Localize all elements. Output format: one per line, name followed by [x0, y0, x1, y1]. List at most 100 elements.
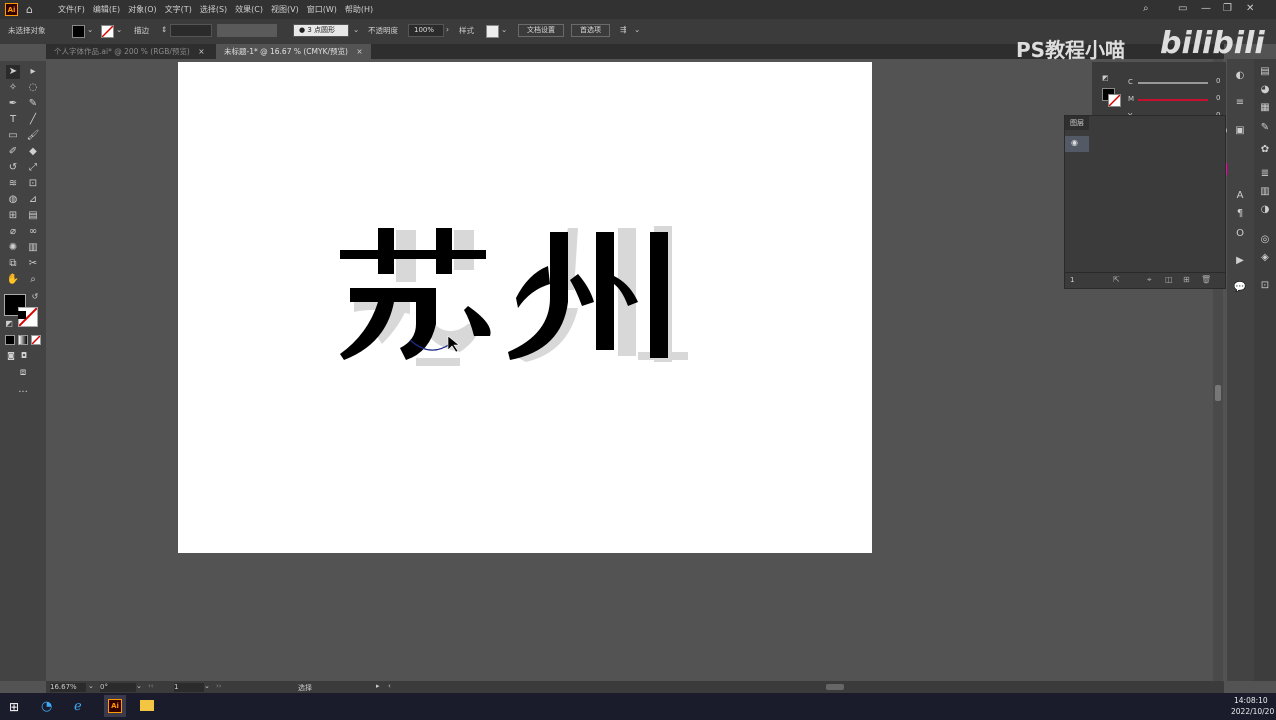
layers-tab[interactable]: 图层 — [1065, 116, 1089, 130]
menu-help[interactable]: 帮助(H) — [345, 4, 373, 15]
opacity-label[interactable]: 不透明度 — [368, 25, 398, 36]
stroke-panel-icon[interactable]: ≣ — [1258, 167, 1272, 181]
blend-tool-icon[interactable]: ∞ — [26, 225, 40, 239]
preferences-button[interactable]: 首选项 — [571, 24, 610, 37]
swatches-icon[interactable]: ▦ — [1258, 101, 1272, 115]
gradient-tool-icon[interactable]: ▤ — [26, 209, 40, 223]
channel-m-slider[interactable] — [1138, 99, 1208, 101]
brush-definition[interactable]: ● 3 点圆形 — [293, 24, 349, 37]
type-tool-icon[interactable]: T — [6, 113, 20, 127]
variable-width-profile[interactable] — [217, 24, 277, 37]
actions-play-icon[interactable]: ▶ — [1233, 254, 1247, 268]
collect-export-icon[interactable]: ⇱ — [1113, 275, 1120, 284]
tab-document-2[interactable]: 未标题-1* @ 16.67 % (CMYK/预览) × — [216, 44, 371, 59]
clipping-mask-icon[interactable]: ◫ — [1165, 275, 1173, 284]
eyedropper-tool-icon[interactable]: ⌀ — [6, 225, 20, 239]
rotate-tool-icon[interactable]: ↺ — [6, 161, 20, 175]
properties-icon[interactable]: ◐ — [1233, 69, 1247, 83]
minimize-icon[interactable]: — — [1201, 3, 1211, 14]
menu-select[interactable]: 选择(S) — [200, 4, 227, 15]
transform-icon[interactable]: ⊡ — [1258, 279, 1272, 293]
file-explorer-icon[interactable] — [140, 700, 154, 711]
symbols-icon[interactable]: ✿ — [1258, 143, 1272, 157]
curvature-tool-icon[interactable]: ✎ — [26, 97, 40, 111]
menu-file[interactable]: 文件(F) — [58, 4, 85, 15]
channel-c-value[interactable]: 0 — [1216, 77, 1220, 85]
draw-behind-icon[interactable]: ◘ — [17, 349, 31, 363]
artboard-input[interactable]: 1 — [174, 683, 204, 692]
layer-row[interactable]: ◉ — [1065, 136, 1089, 152]
paintbrush-tool-icon[interactable]: 🖌 — [26, 129, 40, 143]
visibility-eye-icon[interactable]: ◉ — [1071, 138, 1078, 147]
comments-icon[interactable]: 💬 — [1233, 281, 1247, 295]
tab-close-icon[interactable]: × — [198, 47, 204, 56]
gradient-panel-icon[interactable]: ▥ — [1258, 185, 1272, 199]
ie-browser-icon[interactable]: ℯ — [74, 699, 82, 714]
graph-tool-icon[interactable]: ▥ — [26, 241, 40, 255]
document-setup-button[interactable]: 文档设置 — [518, 24, 564, 37]
menu-object[interactable]: 对象(O) — [128, 4, 157, 15]
workspace-icon[interactable]: ▭ — [1178, 3, 1187, 14]
menu-edit[interactable]: 编辑(E) — [93, 4, 120, 15]
direct-selection-tool-icon[interactable]: ▸ — [26, 65, 40, 79]
mesh-tool-icon[interactable]: ⊞ — [6, 209, 20, 223]
hand-tool-icon[interactable]: ✋ — [6, 273, 20, 287]
fill-swatch[interactable] — [72, 25, 85, 38]
illustrator-task-button[interactable]: Ai — [104, 695, 126, 717]
line-tool-icon[interactable]: ╱ — [26, 113, 40, 127]
scroll-left-icon[interactable]: ‹ — [388, 682, 391, 690]
menu-view[interactable]: 视图(V) — [271, 4, 299, 15]
appearance-icon[interactable]: ◎ — [1258, 233, 1272, 247]
fill-dropdown-icon[interactable]: ⌄ — [87, 25, 93, 34]
color-guide-icon[interactable]: ▤ — [1258, 65, 1272, 79]
status-menu-icon[interactable]: ▸ — [376, 682, 380, 690]
screen-mode-icon[interactable]: ⧈ — [16, 366, 30, 380]
horizontal-scroll-thumb[interactable] — [826, 684, 844, 690]
gradient-mode-icon[interactable] — [18, 335, 28, 345]
shaper-tool-icon[interactable]: ✐ — [6, 145, 20, 159]
style-dropdown-icon[interactable]: ⌄ — [501, 25, 507, 34]
default-colors-icon[interactable]: ◩ — [2, 317, 16, 331]
slice-tool-icon[interactable]: ✂ — [26, 257, 40, 271]
artboard-tool-icon[interactable]: ⧉ — [6, 257, 20, 271]
shape-builder-tool-icon[interactable]: ◍ — [6, 193, 20, 207]
maximize-icon[interactable]: ❐ — [1223, 3, 1232, 14]
zoom-dropdown-icon[interactable]: ⌄ — [88, 682, 94, 690]
windows-start-icon[interactable]: ⊞ — [9, 700, 19, 714]
more-tools-icon[interactable]: ··· — [16, 386, 30, 400]
arrange-icon[interactable]: ⇶ — [620, 25, 626, 34]
character-icon[interactable]: A — [1233, 189, 1247, 203]
stroke-dropdown-icon[interactable]: ⌄ — [116, 25, 122, 34]
none-mode-icon[interactable] — [31, 335, 41, 345]
pen-tool-icon[interactable]: ✒ — [6, 97, 20, 111]
new-layer-icon[interactable]: ⊞ — [1183, 275, 1190, 284]
zoom-input[interactable]: 16.67% — [50, 683, 86, 692]
draw-normal-icon[interactable]: ◙ — [4, 349, 18, 363]
opentype-icon[interactable]: O — [1233, 227, 1247, 241]
menu-window[interactable]: 窗口(W) — [307, 4, 337, 15]
home-icon[interactable]: ⌂ — [26, 3, 33, 16]
magic-wand-tool-icon[interactable]: ✧ — [6, 81, 20, 95]
swap-colors-icon[interactable]: ↺ — [28, 290, 42, 304]
panel-stroke-swatch[interactable] — [1108, 94, 1121, 107]
stroke-swatch[interactable] — [101, 25, 114, 38]
tab-close-icon[interactable]: × — [356, 47, 362, 56]
delete-layer-icon[interactable]: 🗑 — [1201, 275, 1211, 284]
scale-tool-icon[interactable]: ⤢ — [26, 161, 40, 175]
zoom-tool-icon[interactable]: ⌕ — [26, 273, 40, 287]
edge-browser-icon[interactable]: ◔ — [41, 699, 52, 714]
paragraph-icon[interactable]: ¶ — [1233, 207, 1247, 221]
search-icon[interactable]: ⌕ — [1143, 3, 1149, 14]
menu-effect[interactable]: 效果(C) — [235, 4, 263, 15]
selection-tool-icon[interactable]: ➤ — [6, 65, 20, 79]
stroke-weight-input[interactable] — [170, 24, 212, 37]
libraries-icon[interactable]: ▣ — [1233, 124, 1247, 138]
layers-icon[interactable]: ≡ — [1233, 96, 1247, 110]
warp-tool-icon[interactable]: ≋ — [6, 177, 20, 191]
scroll-thumb[interactable] — [1215, 385, 1221, 401]
rotation-input[interactable]: 0° — [100, 683, 136, 692]
next-artboard-icon[interactable]: ›› — [216, 682, 222, 690]
color-mode-icon[interactable] — [5, 335, 15, 345]
style-swatch[interactable] — [486, 25, 499, 38]
color-panel-icon[interactable]: ◕ — [1258, 83, 1272, 97]
